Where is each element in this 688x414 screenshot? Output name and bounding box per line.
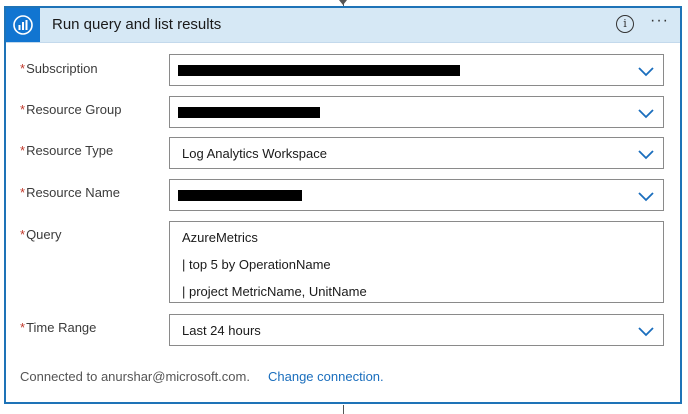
time-range-label: *Time Range	[20, 320, 96, 335]
connection-status: Connected to anurshar@microsoft.com.	[20, 369, 250, 384]
resource-type-label: *Resource Type	[20, 143, 113, 158]
resource-type-label-text: Resource Type	[26, 143, 114, 158]
more-options-icon[interactable]: ···	[650, 12, 672, 34]
redacted-value	[178, 65, 460, 76]
query-line: | project MetricName, UnitName	[182, 284, 367, 299]
subscription-dropdown[interactable]	[169, 54, 664, 86]
required-asterisk: *	[20, 227, 26, 242]
redacted-value	[178, 190, 302, 201]
card-title: Run query and list results	[52, 16, 222, 33]
resource-group-dropdown[interactable]	[169, 96, 664, 128]
flow-connector-bottom	[343, 405, 344, 414]
query-label: *Query	[20, 227, 61, 242]
chevron-down-icon[interactable]	[637, 107, 655, 119]
chevron-down-icon[interactable]	[637, 190, 655, 202]
resource-name-label: *Resource Name	[20, 185, 120, 200]
resource-group-label-text: Resource Group	[26, 102, 122, 117]
redacted-value	[178, 107, 320, 118]
required-asterisk: *	[20, 185, 26, 200]
time-range-value: Last 24 hours	[182, 323, 261, 338]
flow-connector-arrow-icon	[339, 0, 347, 5]
subscription-label-text: Subscription	[26, 61, 98, 76]
resource-name-dropdown[interactable]	[169, 179, 664, 211]
required-asterisk: *	[20, 61, 26, 76]
resource-group-label: *Resource Group	[20, 102, 121, 117]
action-card: Run query and list results i ··· *Subscr…	[4, 6, 682, 404]
required-asterisk: *	[20, 143, 26, 158]
resource-type-value: Log Analytics Workspace	[182, 146, 327, 161]
time-range-label-text: Time Range	[26, 320, 97, 335]
required-asterisk: *	[20, 102, 26, 117]
query-line: | top 5 by OperationName	[182, 257, 331, 272]
resource-name-label-text: Resource Name	[26, 185, 120, 200]
chevron-down-icon[interactable]	[637, 148, 655, 160]
subscription-label: *Subscription	[20, 61, 98, 76]
query-label-text: Query	[26, 227, 62, 242]
card-header[interactable]: Run query and list results i ···	[6, 8, 680, 43]
query-line: AzureMetrics	[182, 230, 258, 245]
resource-type-dropdown[interactable]: Log Analytics Workspace	[169, 137, 664, 169]
time-range-dropdown[interactable]: Last 24 hours	[169, 314, 664, 346]
chevron-down-icon[interactable]	[637, 65, 655, 77]
required-asterisk: *	[20, 320, 26, 335]
change-connection-link[interactable]: Change connection.	[268, 369, 384, 384]
azure-monitor-logs-icon	[6, 8, 40, 42]
info-icon[interactable]: i	[616, 15, 634, 33]
chevron-down-icon[interactable]	[637, 325, 655, 337]
query-input[interactable]: AzureMetrics | top 5 by OperationName | …	[169, 221, 664, 303]
